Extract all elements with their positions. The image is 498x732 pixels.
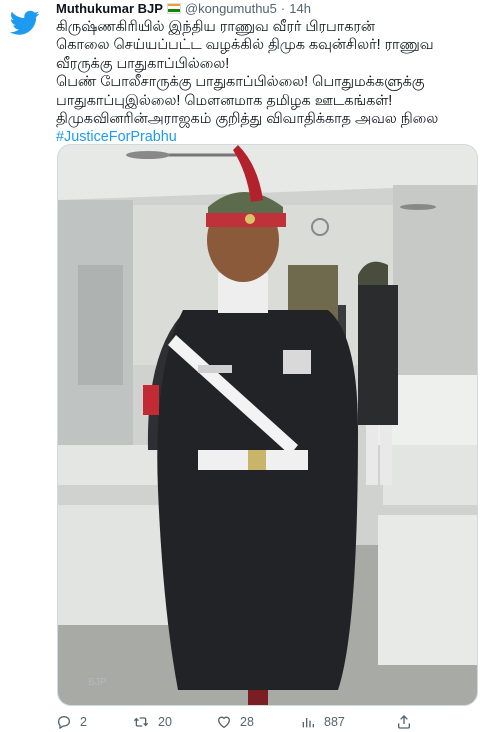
author-handle[interactable]: @kongumuthu5 bbox=[185, 1, 277, 16]
views-button[interactable]: 887 bbox=[300, 714, 396, 730]
author-name[interactable]: Muthukumar BJP bbox=[56, 1, 163, 16]
reply-button[interactable]: 2 bbox=[56, 714, 132, 730]
tweet-timestamp[interactable]: 14h bbox=[289, 1, 311, 16]
like-count: 28 bbox=[240, 715, 254, 729]
tweet-text-line: கொலை செய்யப்பட்ட வழக்கில் திமுக கவுன்சில… bbox=[56, 37, 434, 54]
separator-dot: · bbox=[280, 0, 286, 16]
twitter-bird-icon[interactable] bbox=[8, 6, 42, 40]
tweet-header: Muthukumar BJP @kongumuthu5 · 14h bbox=[56, 0, 311, 16]
retweet-button[interactable]: 20 bbox=[132, 714, 216, 730]
retweet-count: 20 bbox=[158, 715, 172, 729]
tweet-card[interactable]: Muthukumar BJP @kongumuthu5 · 14h கிருஷ்… bbox=[0, 0, 498, 731]
tweet-text-line: திமுகவினரின்அராஜகம் குறித்து விவாதிக்காத… bbox=[56, 111, 439, 128]
share-button[interactable] bbox=[396, 714, 412, 730]
retweet-icon bbox=[133, 717, 149, 727]
reply-count: 2 bbox=[80, 715, 87, 729]
tweet-text-line: வீரருக்கு பாதுகாப்பில்லை! bbox=[56, 55, 230, 72]
tweet-photo[interactable]: BJP bbox=[57, 144, 478, 706]
tweet-text-line: பாதுகாப்புஇல்லை! மௌனமாக தமிழக ஊடகங்கள்! bbox=[56, 92, 393, 109]
reply-icon bbox=[57, 715, 71, 730]
like-button[interactable]: 28 bbox=[216, 714, 300, 730]
soldier-photo: BJP bbox=[58, 145, 477, 705]
tweet-actions: 2 20 28 887 bbox=[56, 712, 436, 732]
india-flag-icon bbox=[166, 2, 181, 14]
heart-icon bbox=[217, 716, 231, 729]
views-icon bbox=[302, 718, 314, 728]
tweet-text-line: பெண் போலீசாருக்கு பாதுகாப்பில்லை! பொதுமக… bbox=[56, 74, 425, 91]
share-icon bbox=[398, 715, 410, 729]
photo-watermark: BJP bbox=[88, 677, 107, 688]
tweet-text: கிருஷ்ணகிரியில் இந்திய ராணுவ வீரர் பிரபா… bbox=[56, 18, 486, 147]
tweet-text-line: கிருஷ்ணகிரியில் இந்திய ராணுவ வீரர் பிரபா… bbox=[56, 19, 375, 35]
view-count: 887 bbox=[324, 715, 345, 729]
